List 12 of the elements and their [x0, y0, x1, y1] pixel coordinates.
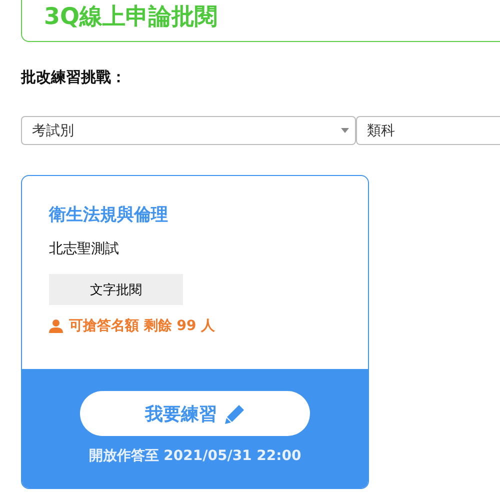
- type-tag: 文字批閱: [49, 274, 183, 305]
- course-title: 衛生法規與倫理: [49, 204, 169, 226]
- caret-icon: [341, 128, 349, 133]
- pencil-icon: [225, 404, 245, 424]
- dropdown-field[interactable]: 考試別: [21, 116, 356, 145]
- person-icon: [49, 319, 63, 333]
- page-title: 3Q線上申論批閱: [44, 3, 218, 32]
- course-subtitle: 北志聖測試: [49, 240, 120, 258]
- quota-text: 可搶答名額 剩餘 99 人: [69, 317, 216, 335]
- deadline-text: 開放作答至 2021/05/31 22:00: [88, 447, 302, 465]
- section-label: 批改練習挑戰：: [21, 68, 127, 87]
- dropdown-field[interactable]: 類科: [356, 116, 500, 145]
